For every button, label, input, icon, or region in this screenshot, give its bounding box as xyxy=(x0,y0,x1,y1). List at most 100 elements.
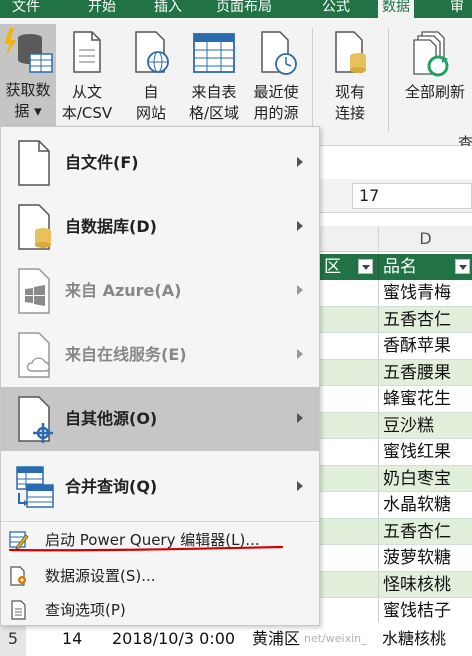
from-web-button[interactable]: 自 网站 xyxy=(120,26,182,124)
header-product-label: 品名 xyxy=(383,257,417,277)
product-cell[interactable]: 蜂蜜花生 xyxy=(378,386,472,412)
product-cell[interactable]: 五香杏仁 xyxy=(378,306,472,332)
other-source-icon xyxy=(15,395,53,443)
product-column: 蜜饯青梅 五香杏仁 香酥苹果 五香腰果 蜂蜜花生 豆沙糕 蜜饯红果 奶白枣宝 水… xyxy=(320,280,472,625)
product-cell[interactable]: 菠萝软糖 xyxy=(378,545,472,571)
header-cell-district[interactable]: 区 xyxy=(320,254,378,280)
menu-item-label: 查询选项(P) xyxy=(45,601,126,619)
cloud-file-icon xyxy=(15,331,53,379)
menu-item-label: 自数据库(D) xyxy=(65,217,157,236)
tab-review[interactable]: 审 xyxy=(446,0,468,18)
tab-data[interactable]: 数据 xyxy=(378,0,414,18)
table-row: 菠萝软糖 xyxy=(320,545,472,572)
row-number[interactable]: 5 xyxy=(0,622,26,656)
table-icon xyxy=(184,26,244,82)
get-data-label-1: 获取数 xyxy=(5,81,51,99)
table-row: 奶白枣宝 xyxy=(320,465,472,492)
get-data-button[interactable]: 获取数 据 ▾ xyxy=(0,24,56,130)
product-cell[interactable]: 蜜饯红果 xyxy=(378,439,472,465)
existing-connection-icon xyxy=(322,26,378,82)
recent-sources-button[interactable]: 最近使 用的源 xyxy=(246,26,306,124)
formula-input[interactable]: 17 xyxy=(352,183,472,209)
ribbon-separator-2 xyxy=(388,28,389,132)
tab-home[interactable]: 开始 xyxy=(84,0,120,18)
cell-date[interactable]: 2018/10/3 0:00 xyxy=(112,622,235,656)
existing-connections-button[interactable]: 现有 连接 xyxy=(322,26,378,124)
menu-separator xyxy=(1,521,319,522)
text-file-icon xyxy=(58,26,116,82)
menu-item-label: 来自 Azure(A) xyxy=(65,281,182,300)
from-text-label-2: 本/CSV xyxy=(61,104,113,122)
table-row: 怪味核桃 xyxy=(320,571,472,598)
tab-insert[interactable]: 插入 xyxy=(150,0,186,18)
menu-item-label: 来自在线服务(E) xyxy=(65,345,187,364)
menu-item-from-database[interactable]: 自数据库(D) xyxy=(1,195,319,259)
product-cell[interactable]: 奶白枣宝 xyxy=(378,465,472,491)
filter-dropdown-icon[interactable] xyxy=(358,259,373,274)
table-row: 豆沙糕 xyxy=(320,412,472,439)
menu-item-query-options[interactable]: 查询选项(P) xyxy=(1,593,319,627)
submenu-arrow-icon xyxy=(297,413,303,423)
recent-sources-label-2: 用的源 xyxy=(253,104,299,122)
submenu-arrow-icon xyxy=(297,285,303,295)
from-table-label-2: 格/区域 xyxy=(188,104,240,122)
existing-connections-label-2: 连接 xyxy=(334,104,365,122)
column-header-row: D xyxy=(320,226,472,252)
product-cell[interactable]: 蜜饯青梅 xyxy=(378,280,472,306)
product-cell[interactable]: 五香腰果 xyxy=(378,359,472,385)
menu-item-data-source-settings[interactable]: 数据源设置(S)... xyxy=(1,559,319,593)
table-row-bottom: 5 14 2018/10/3 0:00 黄浦区 net/weixin_ 水糖核桃 xyxy=(0,622,472,656)
combine-query-icon xyxy=(15,463,54,511)
file-icon xyxy=(15,139,53,187)
menu-item-from-azure[interactable]: 来自 Azure(A) xyxy=(1,259,319,323)
menu-item-from-other-sources[interactable]: 自其他源(O) xyxy=(1,387,319,451)
table-row: 五香杏仁 xyxy=(320,306,472,333)
menu-item-label: 自文件(F) xyxy=(65,153,139,172)
database-lightning-icon xyxy=(0,24,56,80)
menu-item-combine-queries[interactable]: 合并查询(Q) xyxy=(1,455,319,519)
cell-index[interactable]: 14 xyxy=(62,622,82,656)
menu-item-from-file[interactable]: 自文件(F) xyxy=(1,131,319,195)
ribbon-separator xyxy=(312,28,313,132)
recent-source-icon xyxy=(246,26,306,82)
get-data-label-2: 据 ▾ xyxy=(14,102,42,120)
product-cell[interactable]: 怪味核桃 xyxy=(378,571,472,597)
cell-district[interactable]: 黄浦区 xyxy=(252,622,300,656)
column-header-d[interactable]: D xyxy=(378,226,472,252)
red-underline-annotation xyxy=(8,546,284,552)
menu-item-label: 合并查询(Q) xyxy=(65,477,158,496)
from-web-label-1: 自 xyxy=(143,83,159,101)
from-text-label-1: 从文 xyxy=(71,83,102,101)
product-cell[interactable]: 蜜饯桔子 xyxy=(378,598,472,624)
from-text-csv-button[interactable]: 从文 本/CSV xyxy=(58,26,116,124)
cell-product[interactable]: 水糖核桃 xyxy=(382,622,446,656)
product-cell[interactable]: 五香杏仁 xyxy=(378,518,472,544)
header-district-label: 区 xyxy=(324,257,341,277)
windows-azure-icon xyxy=(15,267,53,315)
table-row: 蜜饯青梅 xyxy=(320,280,472,307)
watermark-text: net/weixin_ xyxy=(304,632,367,645)
filter-dropdown-icon[interactable] xyxy=(455,259,470,274)
header-cell-product[interactable]: 品名 xyxy=(378,254,472,280)
product-cell[interactable]: 香酥苹果 xyxy=(378,333,472,359)
product-cell[interactable]: 豆沙糕 xyxy=(378,412,472,438)
submenu-arrow-icon xyxy=(297,221,303,231)
tab-formulas[interactable]: 公式 xyxy=(318,0,354,18)
table-row: 五香腰果 xyxy=(320,359,472,386)
existing-connections-label-1: 现有 xyxy=(334,83,365,101)
submenu-arrow-icon xyxy=(297,481,303,491)
menu-item-label: 自其他源(O) xyxy=(65,409,158,428)
table-row: 蜂蜜花生 xyxy=(320,386,472,413)
from-web-label-2: 网站 xyxy=(135,104,166,122)
tab-file[interactable]: 文件 xyxy=(8,0,44,18)
table-row: 蜜饯红果 xyxy=(320,439,472,466)
table-row: 五香杏仁 xyxy=(320,518,472,545)
tab-page-layout[interactable]: 页面布局 xyxy=(212,0,276,18)
query-options-icon xyxy=(9,600,29,620)
refresh-all-button[interactable]: 全部刷新 xyxy=(398,26,472,103)
database-file-icon xyxy=(15,203,53,251)
product-cell[interactable]: 水晶软糖 xyxy=(378,492,472,518)
recent-sources-label-1: 最近使 xyxy=(253,83,299,101)
menu-item-from-online-services[interactable]: 来自在线服务(E) xyxy=(1,323,319,387)
from-table-range-button[interactable]: 来自表 格/区域 xyxy=(184,26,244,124)
